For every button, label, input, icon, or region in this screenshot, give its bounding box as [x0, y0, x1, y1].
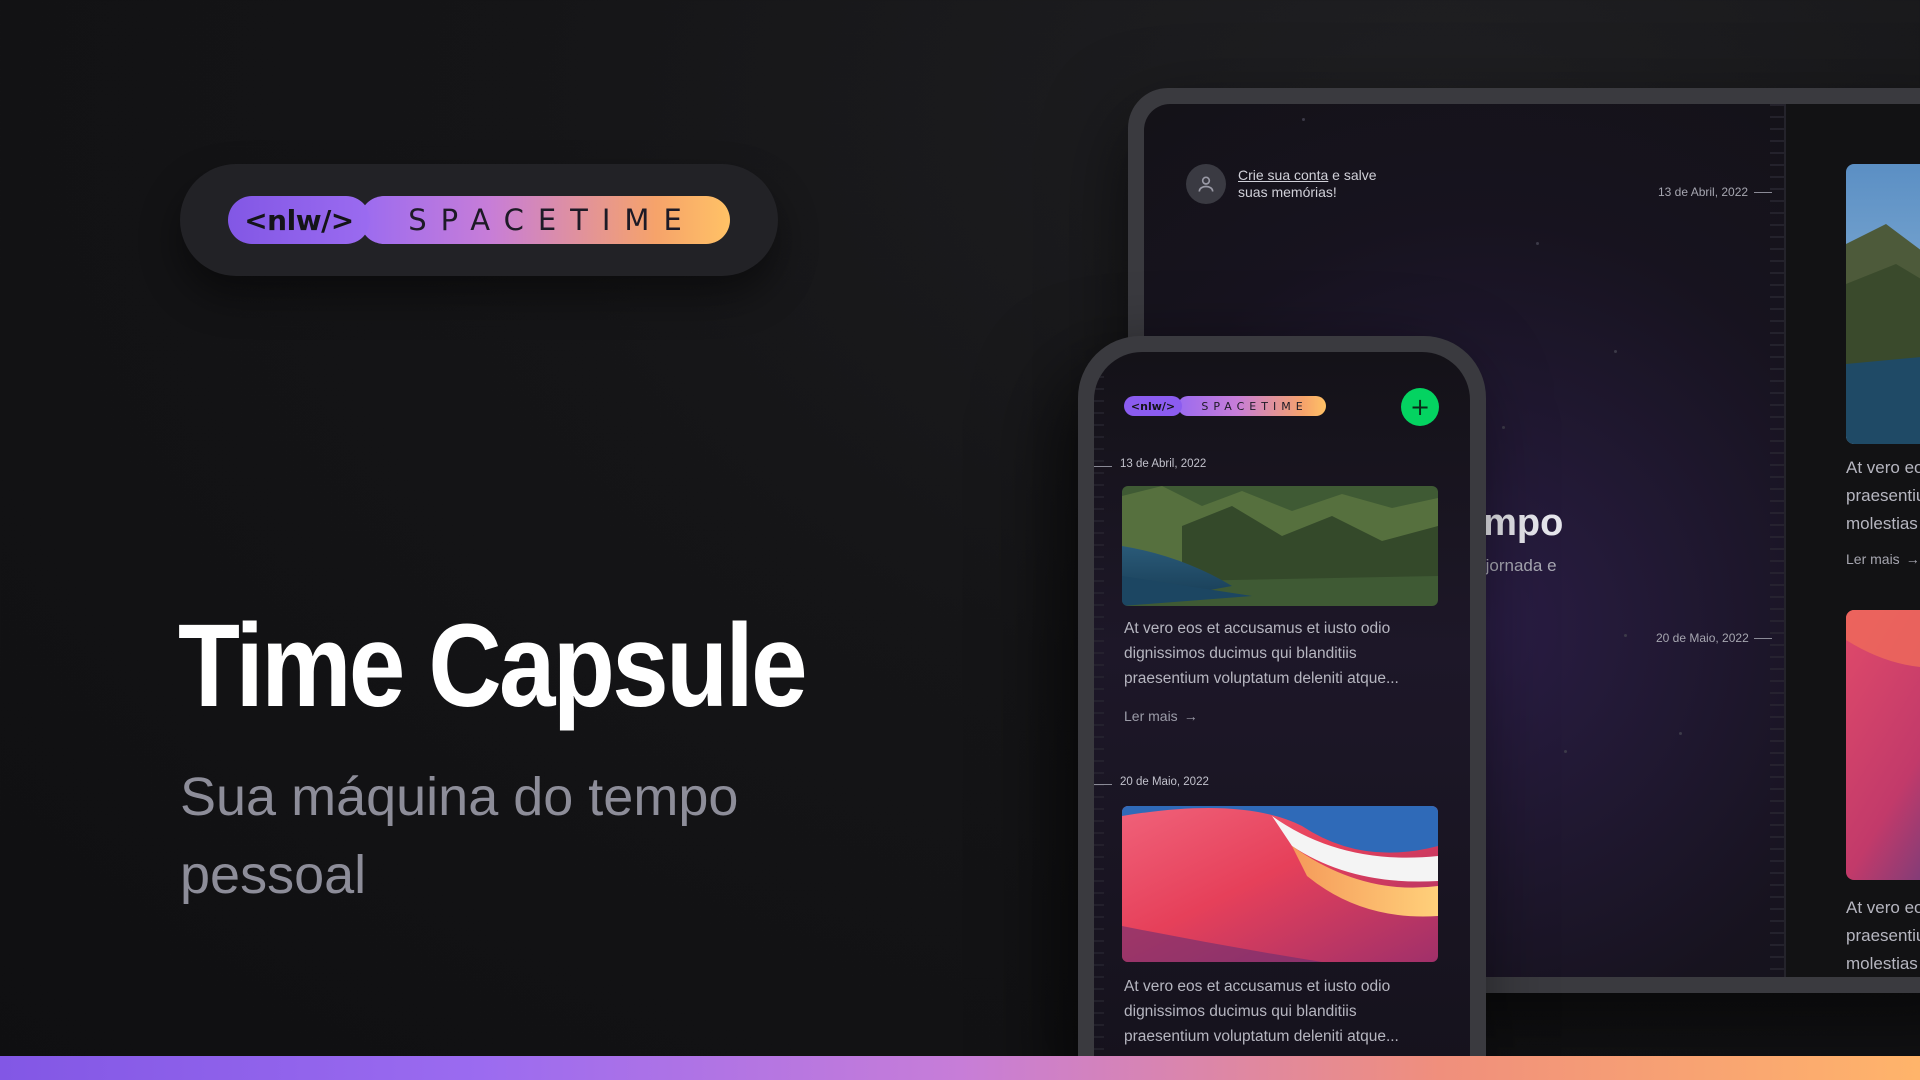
- read-more-link[interactable]: Ler mais →: [1846, 551, 1920, 567]
- plus-icon: +: [1409, 393, 1431, 421]
- hero-title: Time Capsule: [178, 600, 808, 732]
- hero-subtitle: Sua máquina do tempo pessoal: [180, 767, 739, 905]
- account-text: Crie sua conta e salve suas memórias!: [1238, 167, 1398, 201]
- timeline-ruler: [1094, 352, 1104, 1080]
- memory-image[interactable]: [1846, 610, 1920, 880]
- memory-date: 20 de Maio, 2022: [1656, 631, 1749, 645]
- memory-image[interactable]: [1846, 164, 1920, 444]
- memory-image[interactable]: [1122, 806, 1438, 962]
- memory-image[interactable]: [1122, 486, 1438, 606]
- brand-logo: <nlw/> SPACETIME: [1124, 396, 1326, 416]
- brand-logo-word: SPACETIME: [360, 196, 730, 244]
- arrow-right-icon: →: [1905, 551, 1920, 567]
- memory-excerpt: At vero eos praesentium molestias e: [1846, 458, 1920, 533]
- memory-date: 13 de Abril, 2022: [1120, 458, 1207, 470]
- brand-logo-word: SPACETIME: [1178, 396, 1326, 416]
- brand-logo: <nlw/> SPACETIME: [228, 196, 730, 244]
- memory-date: 20 de Maio, 2022: [1120, 776, 1209, 788]
- timeline-tick: [1754, 638, 1772, 639]
- timeline-ruler: [1770, 104, 1784, 977]
- memory-excerpt: At vero eos praesentium molestias e: [1846, 898, 1920, 973]
- memory-date: 13 de Abril, 2022: [1658, 185, 1749, 199]
- user-icon: [1198, 176, 1214, 192]
- memory-excerpt: At vero eos et accusamus et iusto odio d…: [1124, 620, 1399, 687]
- account-prompt[interactable]: Crie sua conta e salve suas memórias!: [1186, 164, 1398, 204]
- avatar[interactable]: [1186, 164, 1226, 204]
- phone-screen: <nlw/> SPACETIME + 13 de Abril, 2022 At …: [1094, 352, 1470, 1080]
- timeline-tick: [1094, 466, 1112, 467]
- create-account-link[interactable]: Crie sua conta: [1238, 167, 1328, 183]
- bottom-gradient-bar: [0, 1056, 1920, 1080]
- brand-logo-tag: <nlw/>: [228, 196, 370, 244]
- memory-excerpt: At vero eos et accusamus et iusto odio d…: [1124, 978, 1399, 1045]
- arrow-right-icon: →: [1183, 708, 1198, 724]
- brand-logo-tag: <nlw/>: [1124, 396, 1182, 416]
- timeline-tick: [1754, 192, 1772, 193]
- read-more-link[interactable]: Ler mais →: [1124, 708, 1198, 724]
- add-memory-button[interactable]: +: [1401, 388, 1439, 426]
- timeline-tick: [1094, 784, 1112, 785]
- phone-mockup: <nlw/> SPACETIME + 13 de Abril, 2022 At …: [1078, 336, 1486, 1080]
